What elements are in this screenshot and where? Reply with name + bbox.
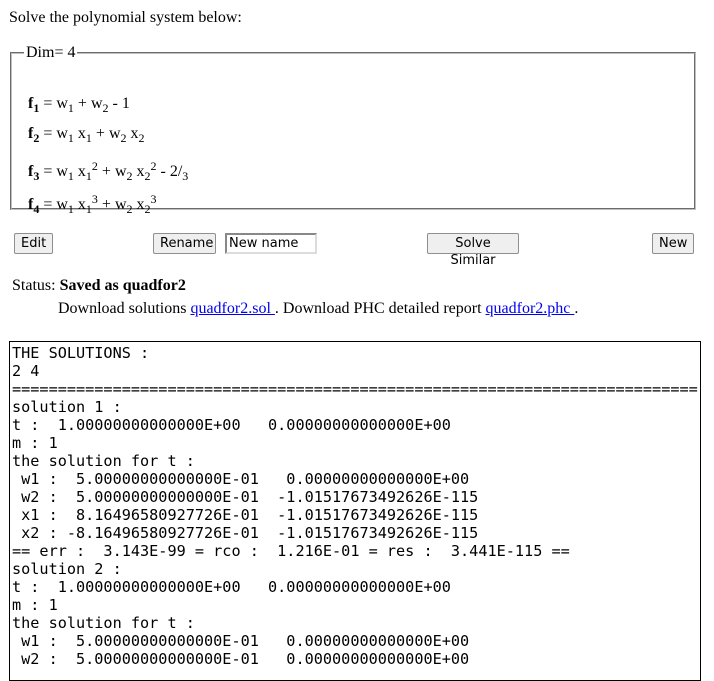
equation-f2: f2 = w1 x1 + w2 x2 <box>28 125 145 145</box>
rename-button[interactable]: Rename <box>153 233 216 254</box>
solutions-output-text: THE SOLUTIONS : 2 4 ====================… <box>12 344 700 668</box>
output-line: t : 1.00000000000000E+00 0.0000000000000… <box>12 416 451 434</box>
intro-text: Solve the polynomial system below: <box>9 9 242 26</box>
status-line: Status: Saved as quadfor2 <box>12 277 186 295</box>
solve-similar-button[interactable]: Solve Similar <box>427 233 519 268</box>
equation-f3: f3 = w1 x12 + w2 x22 - 2/3 <box>28 159 189 183</box>
output-line: w1 : 5.00000000000000E-01 0.000000000000… <box>12 470 470 488</box>
output-line: t : 1.00000000000000E+00 0.0000000000000… <box>12 578 451 596</box>
download-line: Download solutions quadfor2.sol . Downlo… <box>58 300 578 318</box>
output-line: the solution for t : <box>12 452 195 470</box>
equation-f4: f4 = w1 x13 + w2 x23 <box>28 192 157 216</box>
output-line: ========================================… <box>12 380 698 398</box>
output-line: m : 1 <box>12 596 58 614</box>
polynomial-system-box: Dim= 4 f1 = w1 + w2 - 1 f2 = w1 x1 + w2 … <box>10 44 696 216</box>
output-line: == err : 3.143E-99 = rco : 1.216E-01 = r… <box>12 542 570 560</box>
edit-button[interactable]: Edit <box>14 233 53 254</box>
output-line: solution 2 : <box>12 560 122 578</box>
dimension-legend: Dim= 4 <box>26 44 76 61</box>
output-line: w2 : 5.00000000000000E-01 -1.01517673492… <box>12 488 479 506</box>
download-suffix: . <box>574 300 579 317</box>
download-prefix: Download solutions <box>58 300 191 317</box>
download-middle: . Download PHC detailed report <box>274 300 486 317</box>
solutions-output-box[interactable]: THE SOLUTIONS : 2 4 ====================… <box>9 341 701 681</box>
phc-report-download-link[interactable]: quadfor2.phc <box>486 300 575 317</box>
output-line: x2 : -8.16496580927726E-01 -1.0151767349… <box>12 524 479 542</box>
output-line: w1 : 5.00000000000000E-01 0.000000000000… <box>12 632 470 650</box>
output-line: 2 4 <box>12 362 40 380</box>
status-label: Status: <box>12 277 60 294</box>
output-line: x1 : 8.16496580927726E-01 -1.01517673492… <box>12 506 479 524</box>
status-value: Saved as quadfor2 <box>59 277 186 294</box>
output-line: THE SOLUTIONS : <box>12 344 150 362</box>
output-line: solution 1 : <box>12 398 122 416</box>
solutions-download-link[interactable]: quadfor2.sol <box>190 300 274 317</box>
equation-f1: f1 = w1 + w2 - 1 <box>28 95 130 115</box>
output-line: the solution for t : <box>12 614 195 632</box>
new-button[interactable]: New <box>652 233 694 254</box>
output-line: m : 1 <box>12 434 58 452</box>
rename-input[interactable] <box>225 233 317 254</box>
output-line: w2 : 5.00000000000000E-01 0.000000000000… <box>12 650 470 668</box>
